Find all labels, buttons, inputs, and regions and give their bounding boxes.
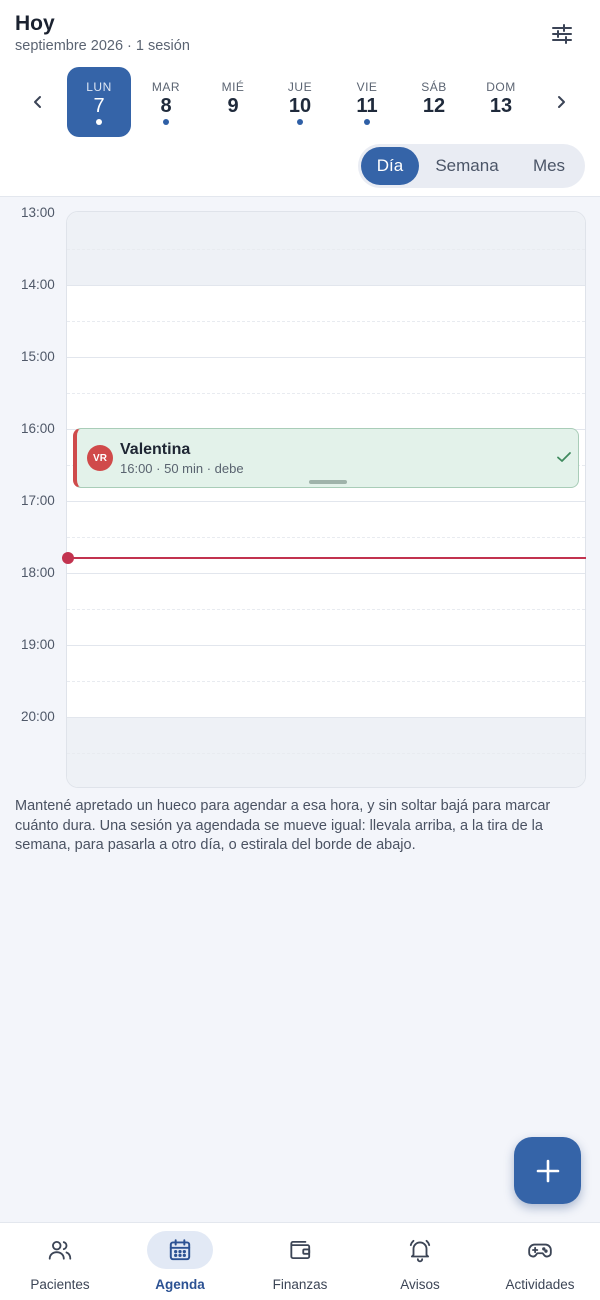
day-number: 9 [227, 95, 239, 117]
hour-label: 14:00 [21, 277, 55, 292]
day-number: 8 [160, 95, 172, 117]
chevron-right-icon [558, 96, 565, 108]
plus-icon [536, 1159, 559, 1182]
filter-button[interactable] [546, 18, 578, 50]
prev-week-button[interactable] [26, 90, 50, 114]
help-text: Mantené apretado un hueco para agendar a… [15, 798, 551, 853]
half-hour-line [67, 249, 585, 250]
nav-label: Finanzas [272, 1277, 328, 1292]
nav-item-finanzas[interactable]: Finanzas [240, 1223, 360, 1300]
session-event[interactable]: VR Valentina 16:00 · 50 min · debe [73, 428, 579, 488]
day-number: 13 [489, 95, 513, 117]
nav-pill [507, 1231, 573, 1269]
hour-label: 20:00 [21, 709, 55, 724]
half-hour-line [67, 609, 585, 610]
hour-line [67, 357, 585, 358]
nav-pill [147, 1231, 213, 1269]
hour-line [67, 717, 585, 718]
day-number: 12 [422, 95, 446, 117]
half-hour-line [67, 321, 585, 322]
nav-item-pacientes[interactable]: Pacientes [0, 1223, 120, 1300]
hour-label: 18:00 [21, 565, 55, 580]
half-hour-line [67, 537, 585, 538]
bell-icon [409, 1239, 431, 1263]
next-week-button[interactable] [549, 90, 573, 114]
event-patient-name: Valentina [120, 441, 191, 458]
day-sun[interactable]: DOM 13 [469, 67, 533, 137]
day-fri[interactable]: VIE 11 [335, 67, 399, 137]
day-label: MIÉ [221, 80, 245, 94]
hour-label: 19:00 [21, 637, 55, 652]
bottom-nav: Pacientes Agenda Finanzas Avisos Activid… [0, 1222, 600, 1300]
hour-label: 13:00 [21, 205, 55, 220]
hour-label: 17:00 [21, 493, 55, 508]
day-label: JUE [287, 80, 313, 94]
session-dot [96, 119, 102, 125]
day-sat[interactable]: SÁB 12 [402, 67, 466, 137]
day-wed[interactable]: MIÉ 9 [201, 67, 265, 137]
wallet-icon [290, 1240, 311, 1260]
day-label: MAR [151, 80, 181, 94]
view-week-button[interactable]: Semana [424, 147, 510, 185]
day-label: LUN [86, 80, 112, 94]
nav-item-actividades[interactable]: Actividades [480, 1223, 600, 1300]
add-session-button[interactable] [514, 1137, 581, 1204]
nav-label: Actividades [505, 1277, 575, 1292]
hour-line [67, 501, 585, 502]
session-dot [297, 119, 303, 125]
nav-label: Agenda [155, 1277, 205, 1292]
day-label: SÁB [421, 80, 447, 94]
current-time-line [66, 557, 586, 559]
day-mon[interactable]: LUN 7 [67, 67, 131, 137]
half-hour-line [67, 681, 585, 682]
nav-label: Avisos [400, 1277, 440, 1292]
current-time-dot [62, 552, 74, 564]
nav-item-agenda[interactable]: Agenda [120, 1223, 240, 1300]
nav-item-avisos[interactable]: Avisos [360, 1223, 480, 1300]
session-dot [163, 119, 169, 125]
hour-line [67, 645, 585, 646]
page-subtitle: septiembre 2026 · 1 sesión [15, 38, 190, 54]
avatar: VR [87, 445, 113, 471]
day-number: 10 [288, 95, 312, 117]
header: Hoy septiembre 2026 · 1 sesión LUN 7 MAR… [0, 0, 600, 197]
check-icon [557, 452, 571, 462]
day-timeline[interactable] [66, 211, 586, 788]
nav-pill [267, 1231, 333, 1269]
page-title: Hoy [15, 12, 55, 35]
hour-line [67, 285, 585, 286]
event-details: 16:00 · 50 min · debe [120, 461, 244, 476]
half-hour-line [67, 393, 585, 394]
view-day-button[interactable]: Día [361, 147, 419, 185]
view-month-button[interactable]: Mes [516, 147, 582, 185]
hour-label: 15:00 [21, 349, 55, 364]
session-dot [364, 119, 370, 125]
nav-pill [27, 1231, 93, 1269]
day-tue[interactable]: MAR 8 [134, 67, 198, 137]
gamepad-icon [528, 1243, 552, 1258]
hour-line [67, 573, 585, 574]
users-icon [48, 1240, 72, 1260]
resize-handle[interactable] [309, 480, 347, 484]
day-number: 7 [93, 95, 105, 117]
day-number: 11 [356, 95, 378, 117]
chevron-left-icon [34, 96, 41, 108]
sliders-icon [552, 24, 572, 44]
hour-label: 16:00 [21, 421, 55, 436]
day-label: VIE [356, 80, 378, 94]
calendar-icon [169, 1239, 191, 1261]
day-label: DOM [486, 80, 516, 94]
day-thu[interactable]: JUE 10 [268, 67, 332, 137]
view-switch: Día Semana Mes [358, 144, 585, 188]
nav-pill [387, 1231, 453, 1269]
nav-label: Pacientes [30, 1277, 90, 1292]
half-hour-line [67, 753, 585, 754]
